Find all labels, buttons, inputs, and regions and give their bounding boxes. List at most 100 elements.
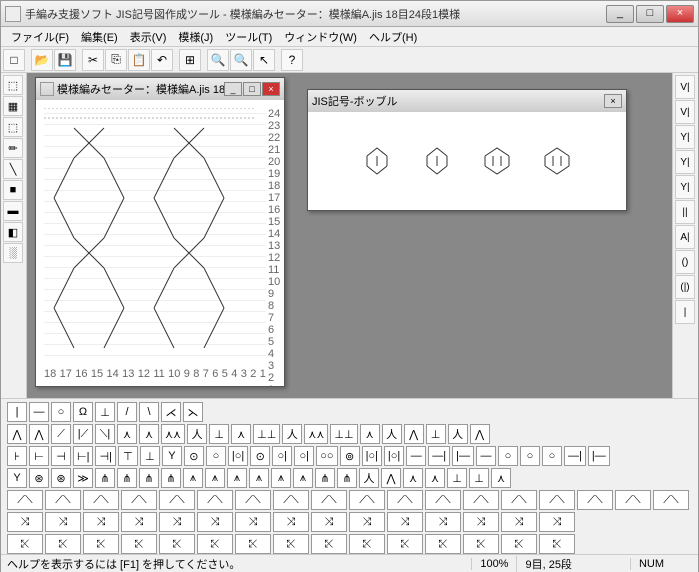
palette-symbol-3-16[interactable]: 人 <box>359 468 379 488</box>
palette-symbol-6-11[interactable]: ⤪ <box>425 534 461 554</box>
palette-symbol-3-21[interactable]: ⊥ <box>469 468 489 488</box>
palette-symbol-3-7[interactable]: ⋔ <box>161 468 181 488</box>
palette-symbol-2-26[interactable]: |— <box>588 446 610 466</box>
bobble-symbol-1[interactable] <box>362 146 392 176</box>
menu-edit[interactable]: 編集(E) <box>75 27 124 47</box>
palette-symbol-3-10[interactable]: ⩚ <box>227 468 247 488</box>
palette-symbol-2-23[interactable]: ○ <box>520 446 540 466</box>
palette-symbol-5-0[interactable]: ⤨ <box>7 512 43 532</box>
right-tool-3[interactable]: Y| <box>675 150 695 174</box>
palette-symbol-5-2[interactable]: ⤨ <box>83 512 119 532</box>
palette-symbol-5-5[interactable]: ⤨ <box>197 512 233 532</box>
palette-symbol-2-8[interactable]: ⊙ <box>184 446 204 466</box>
palette-symbol-3-15[interactable]: ⋔ <box>337 468 357 488</box>
palette-symbol-6-0[interactable]: ⤪ <box>7 534 43 554</box>
cut-button[interactable]: ✂ <box>82 49 104 71</box>
palette-symbol-6-4[interactable]: ⤪ <box>159 534 195 554</box>
palette-symbol-3-6[interactable]: ⋔ <box>139 468 159 488</box>
open-button[interactable]: 📂 <box>31 49 53 71</box>
undo-button[interactable]: ↶ <box>151 49 173 71</box>
child1-close[interactable]: × <box>262 82 280 96</box>
palette-symbol-2-25[interactable]: —| <box>564 446 586 466</box>
close-button[interactable]: × <box>666 5 694 23</box>
palette-symbol-3-22[interactable]: ⋏ <box>491 468 511 488</box>
right-tool-6[interactable]: A| <box>675 225 695 249</box>
zoom-button[interactable]: 🔍 <box>230 49 252 71</box>
palette-symbol-3-0[interactable]: Y <box>7 468 27 488</box>
palette-symbol-3-11[interactable]: ⩚ <box>249 468 269 488</box>
palette-symbol-2-9[interactable]: ○ <box>206 446 226 466</box>
palette-symbol-4-16[interactable]: ⟋⟍ <box>615 490 651 510</box>
palette-symbol-3-2[interactable]: ⊛ <box>51 468 71 488</box>
palette-symbol-0-3[interactable]: Ω <box>73 402 93 422</box>
palette-symbol-6-3[interactable]: ⤪ <box>121 534 157 554</box>
palette-symbol-1-18[interactable]: ⊥ <box>426 424 446 444</box>
maximize-button[interactable]: □ <box>636 5 664 23</box>
palette-symbol-4-4[interactable]: ⟋⟍ <box>159 490 195 510</box>
left-tool-2[interactable]: ⬚ <box>3 117 23 137</box>
palette-symbol-1-4[interactable]: ⟍| <box>95 424 115 444</box>
new-button[interactable]: □ <box>3 49 25 71</box>
child2-close[interactable]: × <box>604 94 622 108</box>
palette-symbol-2-14[interactable]: ○○ <box>316 446 337 466</box>
right-tool-1[interactable]: V| <box>675 100 695 124</box>
menu-pattern[interactable]: 模様(J) <box>172 27 219 47</box>
palette-symbol-5-13[interactable]: ⤨ <box>501 512 537 532</box>
palette-symbol-1-15[interactable]: ⋏ <box>360 424 380 444</box>
palette-symbol-5-9[interactable]: ⤨ <box>349 512 385 532</box>
left-tool-4[interactable]: ╲ <box>3 159 23 179</box>
palette-symbol-1-10[interactable]: ⋏ <box>231 424 251 444</box>
palette-symbol-0-7[interactable]: ⋌ <box>161 402 181 422</box>
palette-symbol-6-13[interactable]: ⤪ <box>501 534 537 554</box>
palette-symbol-5-3[interactable]: ⤨ <box>121 512 157 532</box>
palette-symbol-0-0[interactable]: | <box>7 402 27 422</box>
left-tool-6[interactable]: ▬ <box>3 201 23 221</box>
menu-tool[interactable]: ツール(T) <box>219 27 278 47</box>
palette-symbol-1-8[interactable]: 人 <box>187 424 207 444</box>
palette-symbol-4-8[interactable]: ⟋⟍ <box>311 490 347 510</box>
palette-symbol-2-17[interactable]: |○| <box>384 446 404 466</box>
palette-symbol-3-13[interactable]: ⩚ <box>293 468 313 488</box>
menu-view[interactable]: 表示(V) <box>124 27 173 47</box>
left-tool-7[interactable]: ◧ <box>3 222 23 242</box>
zoomin-button[interactable]: 🔍 <box>207 49 229 71</box>
palette-symbol-1-5[interactable]: ⋏ <box>117 424 137 444</box>
palette-symbol-4-14[interactable]: ⟋⟍ <box>539 490 575 510</box>
palette-symbol-1-7[interactable]: ⋏⋏ <box>161 424 185 444</box>
save-button[interactable]: 💾 <box>54 49 76 71</box>
copy-button[interactable]: ⎘ <box>105 49 127 71</box>
chart-grid[interactable]: 242322212019181716151413121110987654321 … <box>36 100 284 386</box>
palette-symbol-5-4[interactable]: ⤨ <box>159 512 195 532</box>
right-tool-5[interactable]: || <box>675 200 695 224</box>
right-tool-2[interactable]: Y| <box>675 125 695 149</box>
palette-symbol-2-15[interactable]: ⊚ <box>340 446 360 466</box>
palette-symbol-5-1[interactable]: ⤨ <box>45 512 81 532</box>
palette-symbol-4-10[interactable]: ⟋⟍ <box>387 490 423 510</box>
palette-symbol-4-9[interactable]: ⟋⟍ <box>349 490 385 510</box>
palette-symbol-1-2[interactable]: ⟋ <box>51 424 71 444</box>
palette-symbol-3-20[interactable]: ⊥ <box>447 468 467 488</box>
palette-symbol-3-1[interactable]: ⊛ <box>29 468 49 488</box>
palette-symbol-6-10[interactable]: ⤪ <box>387 534 423 554</box>
palette-symbol-1-20[interactable]: ⋀ <box>470 424 490 444</box>
palette-symbol-4-15[interactable]: ⟋⟍ <box>577 490 613 510</box>
menu-file[interactable]: ファイル(F) <box>5 27 75 47</box>
arrow-button[interactable]: ↖ <box>253 49 275 71</box>
palette-symbol-6-12[interactable]: ⤪ <box>463 534 499 554</box>
bobble-symbol-4[interactable] <box>542 146 572 176</box>
palette-symbol-0-8[interactable]: ⋋ <box>183 402 203 422</box>
right-tool-7[interactable]: () <box>675 250 695 274</box>
palette-symbol-3-8[interactable]: ⩚ <box>183 468 203 488</box>
right-tool-9[interactable]: | <box>675 300 695 324</box>
palette-symbol-2-6[interactable]: ⊥ <box>140 446 160 466</box>
palette-symbol-3-3[interactable]: ≫ <box>73 468 93 488</box>
left-tool-5[interactable]: ■ <box>3 180 23 200</box>
palette-symbol-4-13[interactable]: ⟋⟍ <box>501 490 537 510</box>
palette-symbol-4-12[interactable]: ⟋⟍ <box>463 490 499 510</box>
palette-symbol-5-12[interactable]: ⤨ <box>463 512 499 532</box>
palette-symbol-2-11[interactable]: ⊙ <box>250 446 270 466</box>
left-tool-8[interactable]: ░ <box>3 243 23 263</box>
palette-symbol-6-1[interactable]: ⤪ <box>45 534 81 554</box>
palette-symbol-1-1[interactable]: ⋀ <box>29 424 49 444</box>
palette-symbol-1-12[interactable]: 人 <box>282 424 302 444</box>
